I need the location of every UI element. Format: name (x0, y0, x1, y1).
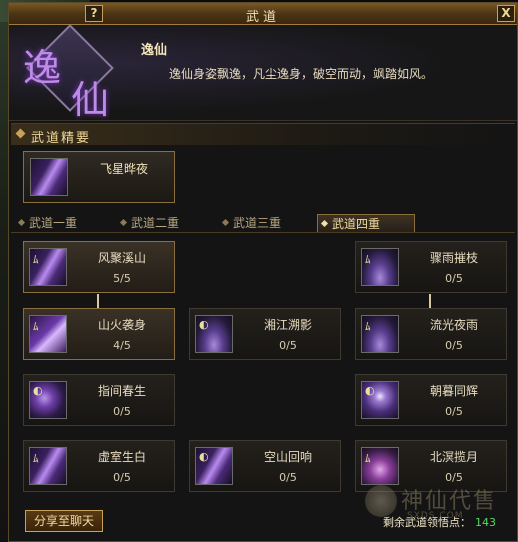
skill-cell[interactable]: ◐ 湘江溯影 0/5 (189, 308, 341, 360)
rain-blade-icon: ﾑ (361, 248, 399, 286)
emblem-char-1: 逸 (23, 46, 62, 90)
diamond-bullet-icon (119, 218, 128, 227)
dusk-dawn-icon: ◐ (361, 381, 399, 419)
skill-cell[interactable]: ◐ 指间春生 0/5 (23, 374, 175, 426)
skill-name: 空山回响 (263, 450, 312, 464)
wind-blade-icon: ﾑ (29, 248, 67, 286)
tab-label: 武道三重 (233, 216, 282, 230)
tab-tier-1[interactable]: 武道一重 (15, 214, 113, 232)
skill-name: 风聚溪山 (97, 251, 146, 265)
skill-level: 5/5 (113, 272, 131, 285)
skill-level: 0/5 (445, 339, 463, 352)
section-header: 武道精要 (11, 123, 515, 146)
sect-description: 逸仙身姿飘逸，凡尘逸身，破空而动，飒踏如风。 (169, 67, 434, 81)
void-blade-icon: ﾑ (29, 447, 67, 485)
featured-skill-name: 飞星晔夜 (99, 162, 148, 176)
tab-tier-2[interactable]: 武道二重 (117, 214, 215, 232)
skill-name: 湘江溯影 (263, 318, 312, 332)
share-to-chat-button[interactable]: 分享至聊天 (25, 510, 103, 532)
diamond-bullet-icon (17, 218, 26, 227)
flying-star-icon (30, 158, 68, 196)
skill-cell[interactable]: ◐ 空山回响 0/5 (189, 440, 341, 492)
skill-name: 朝暮同辉 (429, 384, 478, 398)
emblem-char-2: 仙 (71, 78, 110, 122)
skill-cell[interactable]: ﾑ 风聚溪山 5/5 (23, 241, 175, 293)
remaining-points-value: 143 (475, 516, 496, 529)
night-rain-icon: ﾑ (361, 315, 399, 353)
tab-tier-3[interactable]: 武道三重 (219, 214, 317, 232)
diamond-bullet-icon (221, 218, 230, 227)
remaining-points: 剩余武道领悟点： 143 (383, 514, 496, 530)
close-button[interactable]: X (497, 5, 515, 22)
sect-name: 逸仙 (141, 43, 168, 58)
tab-label: 武道二重 (131, 216, 180, 230)
title-bar[interactable]: ? 武道 X (9, 3, 517, 25)
skill-cell[interactable]: ﾑ 骤雨摧枝 0/5 (355, 241, 507, 293)
skill-connector (97, 294, 99, 308)
skill-cell[interactable]: ﾑ 山火袭身 4/5 (23, 308, 175, 360)
sect-emblem: 逸 仙 (15, 24, 125, 122)
diamond-bullet-icon (15, 128, 26, 139)
spring-moon-icon: ◐ (29, 381, 67, 419)
diamond-bullet-icon (320, 219, 329, 228)
skill-level: 0/5 (445, 405, 463, 418)
skill-name: 山火袭身 (97, 318, 146, 332)
skill-name: 北溟揽月 (429, 450, 478, 464)
skill-level: 0/5 (113, 405, 131, 418)
skill-connector (429, 294, 431, 308)
skill-level: 0/5 (445, 272, 463, 285)
skill-level: 0/5 (279, 339, 297, 352)
window-title: 武道 (245, 10, 280, 25)
tab-tier-4[interactable]: 武道四重 (317, 214, 415, 232)
fire-blade-icon: ﾑ (29, 315, 67, 353)
skill-level: 4/5 (113, 339, 131, 352)
skill-cell[interactable]: ﾑ 流光夜雨 0/5 (355, 308, 507, 360)
skill-level: 0/5 (279, 471, 297, 484)
sect-header: 逸 仙 逸仙 逸仙身姿飘逸，凡尘逸身，破空而动，飒踏如风。 (9, 24, 517, 122)
skill-name: 流光夜雨 (429, 318, 478, 332)
skill-cell[interactable]: ﾑ 虚室生白 0/5 (23, 440, 175, 492)
river-wave-icon: ◐ (195, 315, 233, 353)
tier-tabs: 武道一重 武道二重 武道三重 武道四重 (11, 213, 515, 233)
skill-name: 骤雨摧枝 (429, 251, 478, 265)
skill-level: 0/5 (113, 471, 131, 484)
featured-skill[interactable]: 飞星晔夜 (23, 151, 175, 203)
skill-name: 虚室生白 (97, 450, 146, 464)
remaining-points-label: 剩余武道领悟点： (383, 516, 471, 529)
section-title: 武道精要 (31, 131, 92, 146)
tab-label: 武道四重 (332, 217, 381, 231)
echo-blade-icon: ◐ (195, 447, 233, 485)
wudao-window: ? 武道 X 逸 仙 逸仙 逸仙身姿飘逸，凡尘逸身，破空而动，飒踏如风。 武道精… (8, 2, 518, 542)
skill-cell[interactable]: ◐ 朝暮同辉 0/5 (355, 374, 507, 426)
mascot-face-icon (365, 485, 397, 517)
tab-label: 武道一重 (29, 216, 78, 230)
skill-name: 指间春生 (97, 384, 146, 398)
